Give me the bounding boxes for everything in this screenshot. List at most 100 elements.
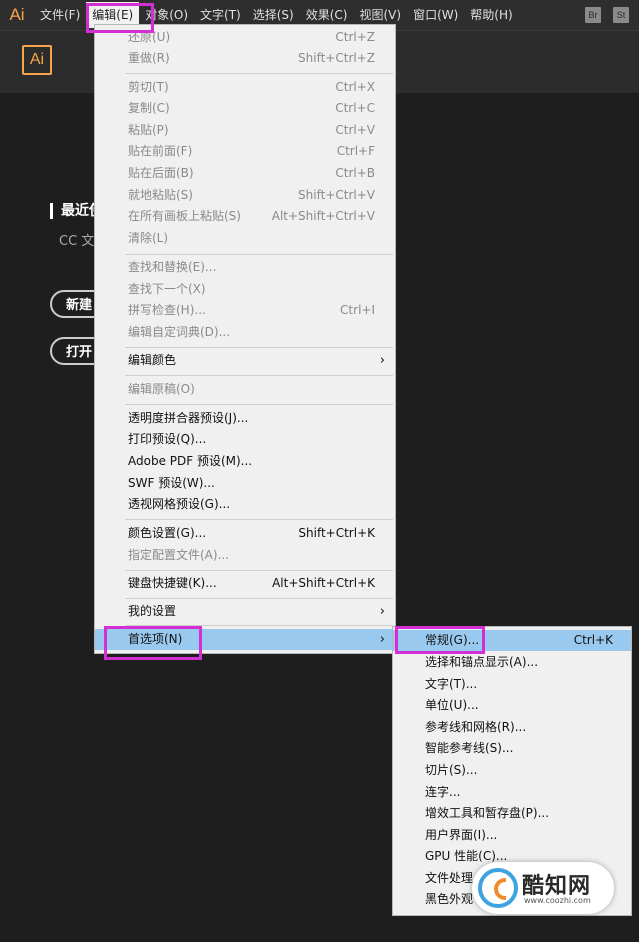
bridge-icon[interactable]: Br [585,7,601,23]
submenu-item-smart-guides[interactable]: 智能参考线(S)... [393,738,631,759]
menu-item-label: 剪切(T) [128,80,169,94]
coozhi-watermark: 酷知网 www.coozhi.com [472,862,614,914]
menu-item-shortcut: Ctrl+K [573,633,613,647]
menu-item-label: 贴在前面(F) [128,144,193,158]
menu-item-shortcut: Shift+Ctrl+Z [298,51,375,65]
menu-separator [125,347,393,348]
menu-separator [125,570,393,571]
menu-item-label: 参考线和网格(R)... [425,720,527,734]
menu-item-label: 黑色外观 [425,892,474,906]
submenu-item-units[interactable]: 单位(U)... [393,695,631,716]
menu-item-label: 颜色设置(G)... [128,526,207,540]
menu-help[interactable]: 帮助(H) [464,2,518,28]
menu-window[interactable]: 窗口(W) [407,2,464,28]
menu-item-label: 编辑原稿(O) [128,382,195,396]
menu-item-paste-in-back[interactable]: 贴在后面(B) Ctrl+B [95,163,395,184]
menu-item-pdf-presets[interactable]: Adobe PDF 预设(M)... [95,451,395,472]
menu-item-shortcut: Ctrl+F [336,144,375,158]
coozhi-logo-icon [478,868,518,908]
annotation-box-general [395,626,485,654]
menu-item-shortcut: Ctrl+Z [335,30,375,44]
submenu-item-selection-anchor[interactable]: 选择和锚点显示(A)... [393,652,631,673]
menu-item-label: 粘贴(P) [128,123,169,137]
annotation-box-edit-menu [86,3,154,33]
edit-menu-dropdown: 还原(U) Ctrl+Z 重做(R) Shift+Ctrl+Z 剪切(T) Ctrl+… [94,24,396,654]
menu-item-label: 打印预设(Q)... [128,432,207,446]
chevron-right-icon: › [379,353,385,368]
menu-item-label: 重做(R) [128,51,170,65]
menu-item-clear[interactable]: 清除(L) [95,228,395,249]
submenu-item-user-interface[interactable]: 用户界面(I)... [393,825,631,846]
menu-item-label: 拼写检查(H)... [128,303,206,317]
menu-file[interactable]: 文件(F) [34,2,86,28]
menu-item-paste-in-front[interactable]: 贴在前面(F) Ctrl+F [95,141,395,162]
menu-item-label: Adobe PDF 预设(M)... [128,454,253,468]
menu-item-cut[interactable]: 剪切(T) Ctrl+X [95,77,395,98]
menu-item-swf-presets[interactable]: SWF 预设(W)... [95,473,395,494]
menu-item-print-presets[interactable]: 打印预设(Q)... [95,429,395,450]
menu-item-edit-original[interactable]: 编辑原稿(O) [95,379,395,400]
menu-item-label: 清除(L) [128,231,169,245]
cc-files-label: CC 文 [59,234,95,249]
annotation-box-preferences [104,626,202,660]
menu-item-label: 透明度拼合器预设(J)... [128,411,249,425]
menu-item-label: 智能参考线(S)... [425,741,514,755]
menu-item-label: 复制(C) [128,101,170,115]
menu-item-paste-on-all-artboards[interactable]: 在所有画板上粘贴(S) Alt+Shift+Ctrl+V [95,206,395,227]
menu-item-redo[interactable]: 重做(R) Shift+Ctrl+Z [95,48,395,69]
menu-item-shortcut: Alt+Shift+Ctrl+K [272,576,375,590]
menu-item-find-replace[interactable]: 查找和替换(E)... [95,257,395,278]
submenu-item-hyphenation[interactable]: 连字... [393,782,631,803]
ai-logo-icon: Ai [22,45,52,75]
submenu-item-slices[interactable]: 切片(S)... [393,760,631,781]
submenu-item-guides-grid[interactable]: 参考线和网格(R)... [393,717,631,738]
menu-item-label: 查找和替换(E)... [128,260,217,274]
menu-item-label: 就地粘贴(S) [128,188,193,202]
menu-separator [125,254,393,255]
menu-item-shortcut: Shift+Ctrl+V [298,188,375,202]
menu-item-label: SWF 预设(W)... [128,476,215,490]
menu-item-edit-dictionary[interactable]: 编辑自定词典(D)... [95,322,395,343]
menu-item-keyboard-shortcuts[interactable]: 键盘快捷键(K)... Alt+Shift+Ctrl+K [95,573,395,594]
menu-item-label: 切片(S)... [425,763,478,777]
illustrator-app-icon[interactable]: Ai [0,5,34,25]
menu-item-label: 连字... [425,785,461,799]
menu-item-label: 键盘快捷键(K)... [128,576,217,590]
menu-item-paste[interactable]: 粘贴(P) Ctrl+V [95,120,395,141]
menu-separator [125,73,393,74]
menu-item-label: 选择和锚点显示(A)... [425,655,539,669]
watermark-url: www.coozhi.com [524,896,591,905]
menu-item-label: 文件处理 [425,871,474,885]
menu-item-edit-colors[interactable]: 编辑颜色 › [95,350,395,371]
menu-item-label: 单位(U)... [425,698,479,712]
menu-item-label: 指定配置文件(A)... [128,548,230,562]
menu-item-paste-in-place[interactable]: 就地粘贴(S) Shift+Ctrl+V [95,185,395,206]
chevron-right-icon: › [379,632,385,647]
menu-item-label: 贴在后面(B) [128,166,194,180]
menu-item-find-next[interactable]: 查找下一个(X) [95,279,395,300]
menu-separator [125,598,393,599]
menu-item-shortcut: Ctrl+B [335,166,375,180]
menu-item-color-settings[interactable]: 颜色设置(G)... Shift+Ctrl+K [95,523,395,544]
menu-item-label: 编辑颜色 [128,353,177,367]
menu-item-label: 在所有画板上粘贴(S) [128,209,241,223]
menu-item-perspective-grid-presets[interactable]: 透视网格预设(G)... [95,494,395,515]
menu-item-shortcut: Ctrl+C [335,101,375,115]
menu-item-spell-check[interactable]: 拼写检查(H)... Ctrl+I [95,300,395,321]
submenu-item-plugins-scratch[interactable]: 增效工具和暂存盘(P)... [393,803,631,824]
menu-item-shortcut: Ctrl+V [335,123,375,137]
menu-item-my-settings[interactable]: 我的设置 › [95,601,395,622]
menu-item-assign-profile[interactable]: 指定配置文件(A)... [95,545,395,566]
menu-separator [125,375,393,376]
menu-item-label: 文字(T)... [425,677,478,691]
menu-item-label: 增效工具和暂存盘(P)... [425,806,550,820]
menu-separator [125,519,393,520]
menu-item-copy[interactable]: 复制(C) Ctrl+C [95,98,395,119]
menu-item-label: 我的设置 [128,604,177,618]
menu-item-flattener-presets[interactable]: 透明度拼合器预设(J)... [95,408,395,429]
menu-item-shortcut: Ctrl+I [340,303,375,317]
menu-item-shortcut: Ctrl+X [335,80,375,94]
stock-icon[interactable]: St [613,7,629,23]
menu-item-label: 用户界面(I)... [425,828,498,842]
submenu-item-type[interactable]: 文字(T)... [393,674,631,695]
